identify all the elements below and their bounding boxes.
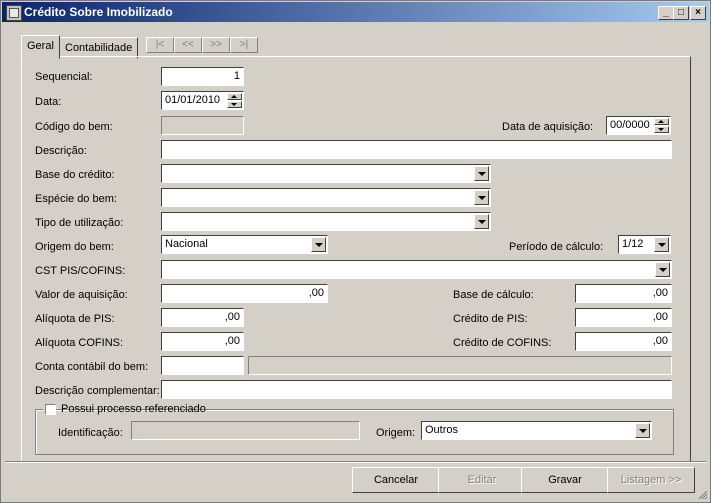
codigo-bem-input bbox=[161, 116, 244, 135]
periodo-calculo-label: Período de cálculo: bbox=[509, 241, 604, 253]
dropdown-arrow-icon[interactable] bbox=[474, 166, 489, 181]
nav-next-button[interactable]: >> bbox=[202, 37, 230, 53]
periodo-calculo-value: 1/12 bbox=[622, 238, 644, 250]
periodo-calculo-select[interactable]: 1/12 bbox=[618, 235, 671, 254]
editar-button[interactable]: Editar bbox=[438, 467, 526, 493]
window: Crédito Sobre Imobilizado _ □ × Geral Co… bbox=[0, 0, 711, 503]
credito-cofins-label: Crédito de COFINS: bbox=[453, 337, 552, 349]
close-button[interactable]: × bbox=[690, 6, 706, 20]
sequencial-input[interactable]: 1 bbox=[161, 67, 244, 86]
cst-pis-cofins-select[interactable] bbox=[161, 260, 672, 279]
aliquota-cofins-label: Alíquota COFINS: bbox=[35, 337, 124, 349]
spin-up-icon[interactable] bbox=[654, 118, 669, 125]
conta-contabil-input[interactable] bbox=[161, 356, 244, 375]
valor-aquisicao-input[interactable]: ,00 bbox=[161, 284, 328, 303]
cst-pis-cofins-label: CST PIS/COFINS: bbox=[35, 265, 126, 277]
minimize-button[interactable]: _ bbox=[658, 6, 674, 20]
cancelar-button[interactable]: Cancelar bbox=[352, 467, 440, 493]
base-credito-select[interactable] bbox=[161, 164, 491, 183]
tipo-utilizacao-label: Tipo de utilização: bbox=[35, 217, 124, 229]
listagem-button[interactable]: Listagem >> bbox=[607, 467, 695, 493]
nav-last-button[interactable]: >| bbox=[230, 37, 258, 53]
nav-first-button[interactable]: |< bbox=[146, 37, 174, 53]
maximize-button[interactable]: □ bbox=[673, 6, 689, 20]
base-calculo-input[interactable]: ,00 bbox=[575, 284, 672, 303]
data-aquisicao-value: 00/0000 bbox=[610, 119, 650, 131]
spin-up-icon[interactable] bbox=[227, 93, 242, 100]
credito-pis-label: Crédito de PIS: bbox=[453, 313, 528, 325]
origem-label: Origem: bbox=[376, 427, 416, 439]
identificacao-input bbox=[131, 421, 360, 440]
descricao-complementar-label: Descrição complementar: bbox=[35, 385, 160, 397]
identificacao-label: Identificação: bbox=[58, 427, 123, 439]
descricao-label: Descrição: bbox=[35, 145, 87, 157]
origem-bem-label: Origem do bem: bbox=[35, 241, 114, 253]
origem-select[interactable]: Outros bbox=[421, 421, 652, 440]
dropdown-arrow-icon[interactable] bbox=[655, 262, 670, 277]
data-aquisicao-spinner[interactable] bbox=[654, 118, 669, 133]
nav-prev-button[interactable]: << bbox=[174, 37, 202, 53]
dropdown-arrow-icon[interactable] bbox=[654, 237, 669, 252]
sequencial-label: Sequencial: bbox=[35, 71, 93, 83]
data-aquisicao-label: Data de aquisição: bbox=[502, 121, 594, 133]
aliquota-pis-input[interactable]: ,00 bbox=[161, 308, 244, 327]
data-aquisicao-input[interactable]: 00/0000 bbox=[606, 116, 671, 135]
dropdown-arrow-icon[interactable] bbox=[311, 237, 326, 252]
conta-contabil-description bbox=[248, 356, 672, 375]
resize-grip-icon[interactable] bbox=[698, 490, 708, 500]
especie-bem-select[interactable] bbox=[161, 188, 491, 207]
app-icon bbox=[6, 5, 22, 21]
gravar-button[interactable]: Gravar bbox=[521, 467, 609, 493]
origem-bem-value: Nacional bbox=[165, 238, 208, 250]
credito-pis-input[interactable]: ,00 bbox=[575, 308, 672, 327]
title-bar[interactable]: Crédito Sobre Imobilizado _ □ × bbox=[2, 2, 709, 22]
valor-aquisicao-label: Valor de aquisição: bbox=[35, 289, 128, 301]
dropdown-arrow-icon[interactable] bbox=[474, 190, 489, 205]
data-input[interactable]: 01/01/2010 bbox=[161, 91, 244, 110]
credito-cofins-input[interactable]: ,00 bbox=[575, 332, 672, 351]
footer-divider bbox=[5, 461, 706, 463]
data-spinner[interactable] bbox=[227, 93, 242, 108]
window-title: Crédito Sobre Imobilizado bbox=[24, 5, 173, 19]
checkbox-icon[interactable] bbox=[45, 404, 56, 415]
data-label: Data: bbox=[35, 96, 62, 108]
dropdown-arrow-icon[interactable] bbox=[635, 423, 650, 438]
codigo-bem-label: Código do bem: bbox=[35, 121, 113, 133]
processo-checkbox[interactable]: Possui processo referenciado bbox=[43, 403, 206, 417]
origem-value: Outros bbox=[425, 424, 459, 436]
origem-bem-select[interactable]: Nacional bbox=[161, 235, 328, 254]
descricao-complementar-input[interactable] bbox=[161, 380, 672, 399]
aliquota-cofins-input[interactable]: ,00 bbox=[161, 332, 244, 351]
especie-bem-label: Espécie do bem: bbox=[35, 193, 117, 205]
spin-down-icon[interactable] bbox=[654, 126, 669, 133]
aliquota-pis-label: Alíquota de PIS: bbox=[35, 313, 115, 325]
spin-down-icon[interactable] bbox=[227, 101, 242, 108]
descricao-input[interactable] bbox=[161, 140, 672, 159]
tab-panel bbox=[21, 56, 691, 462]
conta-contabil-label: Conta contábil do bem: bbox=[35, 361, 149, 373]
dropdown-arrow-icon[interactable] bbox=[474, 214, 489, 229]
base-credito-label: Base do crédito: bbox=[35, 169, 115, 181]
base-calculo-label: Base de cálculo: bbox=[453, 289, 534, 301]
tab-geral[interactable]: Geral bbox=[21, 35, 60, 59]
data-value: 01/01/2010 bbox=[165, 94, 221, 106]
tipo-utilizacao-select[interactable] bbox=[161, 212, 491, 231]
processo-checkbox-label[interactable]: Possui processo referenciado bbox=[61, 403, 206, 415]
